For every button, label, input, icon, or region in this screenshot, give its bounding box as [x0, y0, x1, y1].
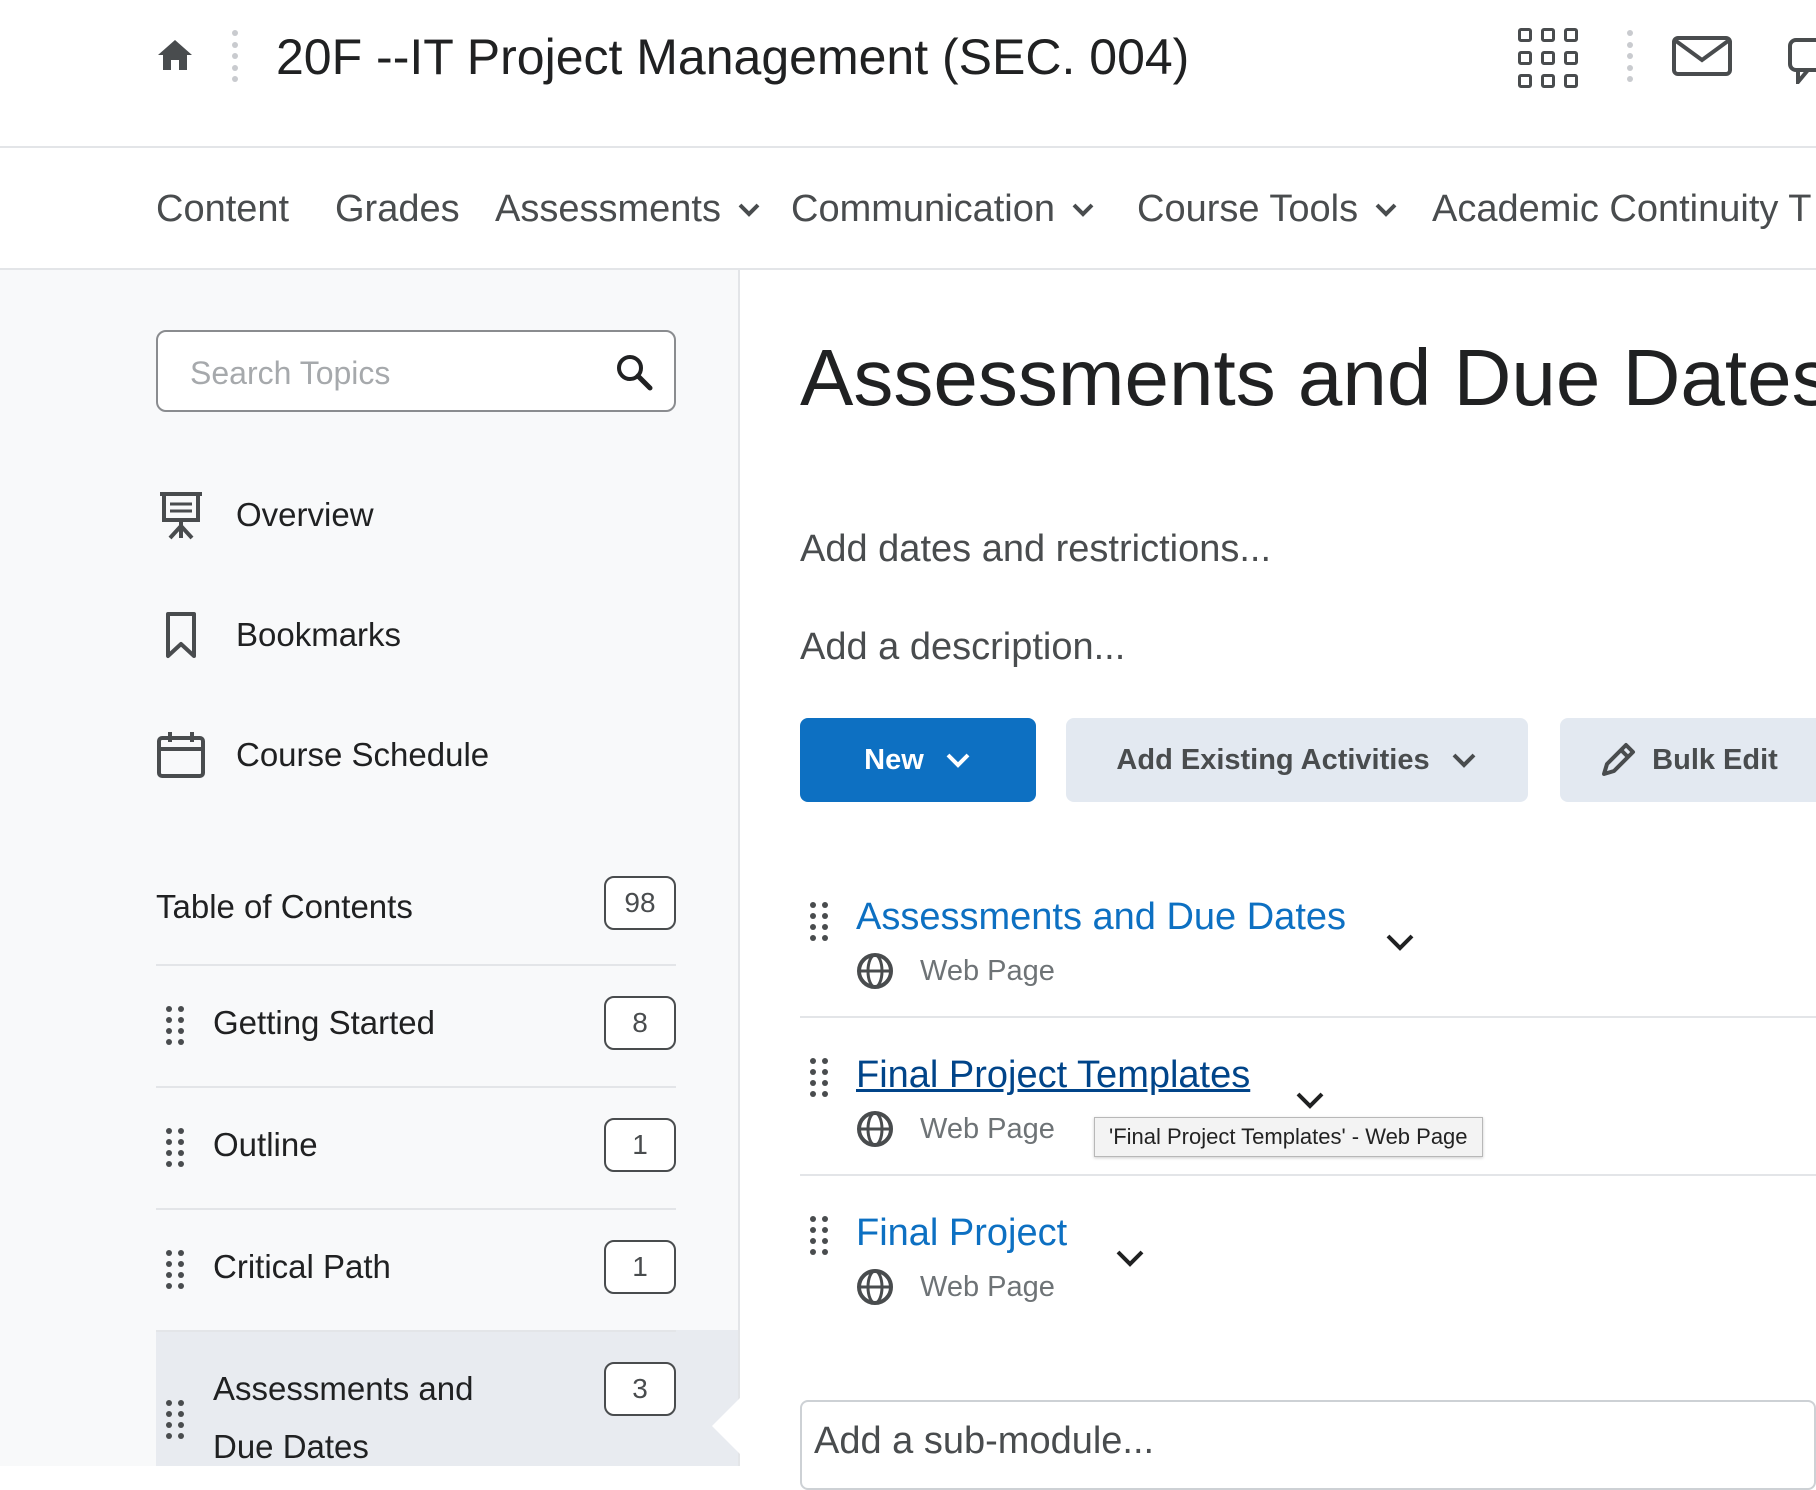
nav-communication[interactable]: Communication [791, 188, 1095, 231]
nav-grades[interactable]: Grades [335, 188, 460, 231]
chat-icon[interactable] [1788, 28, 1816, 84]
chevron-down-icon[interactable] [1384, 932, 1416, 952]
chevron-down-icon [738, 203, 760, 217]
divider-dots [1627, 30, 1633, 82]
waffle-icon[interactable] [1518, 28, 1578, 88]
chevron-down-icon [1072, 203, 1094, 217]
drag-handle-icon[interactable] [810, 1058, 828, 1097]
globe-icon [857, 953, 893, 989]
nav-bar: Content Grades Assessments Communication… [0, 148, 1816, 270]
sidebar-link-bookmarks[interactable]: Bookmarks [156, 610, 401, 660]
module-label: Outline [213, 1126, 318, 1163]
bookmark-icon [166, 612, 196, 658]
drag-handle-icon[interactable] [166, 1400, 184, 1439]
count-badge: 98 [604, 876, 676, 930]
chevron-down-icon[interactable] [1114, 1248, 1146, 1268]
drag-handle-icon[interactable] [166, 1006, 184, 1045]
add-existing-activities-button[interactable]: Add Existing Activities [1066, 718, 1528, 802]
globe-icon [857, 1111, 893, 1147]
add-existing-label: Add Existing Activities [1116, 743, 1430, 776]
toc-label: Table of Contents [156, 888, 413, 925]
active-pointer-notch [712, 1398, 740, 1454]
content-item[interactable]: Final Project Web Page [800, 1176, 1816, 1332]
drag-handle-icon[interactable] [810, 1216, 828, 1255]
course-title[interactable]: 20F --IT Project Management (SEC. 004) [276, 28, 1189, 86]
mail-icon[interactable] [1672, 36, 1732, 76]
module-assessments-and-due-dates[interactable]: Assessments and Due Dates 3 [156, 1332, 676, 1466]
sidebar-link-label: Course Schedule [236, 736, 490, 773]
page-title: Assessments and Due Dates [800, 333, 1816, 422]
item-title-link[interactable]: Final Project Templates [856, 1054, 1250, 1097]
chevron-down-icon[interactable] [1294, 1090, 1326, 1110]
bulk-edit-label: Bulk Edit [1652, 743, 1778, 776]
calendar-icon [157, 732, 205, 778]
module-label: Getting Started [213, 1004, 435, 1041]
module-getting-started[interactable]: Getting Started 8 [156, 966, 676, 1088]
add-description-link[interactable]: Add a description... [800, 626, 1125, 669]
item-type: Web Page [856, 1268, 1055, 1306]
item-type: Web Page [856, 1110, 1055, 1148]
home-icon[interactable] [156, 36, 194, 74]
module-label-line2: Due Dates [213, 1428, 369, 1465]
add-dates-link[interactable]: Add dates and restrictions... [800, 528, 1271, 571]
globe-icon [857, 1269, 893, 1305]
item-type-label: Web Page [920, 1112, 1055, 1145]
module-label-line1: Assessments and [213, 1370, 474, 1407]
count-badge: 3 [604, 1362, 676, 1416]
add-submodule-placeholder: Add a sub-module... [814, 1420, 1155, 1462]
item-title-link[interactable]: Final Project [856, 1212, 1067, 1255]
sidebar-link-course-schedule[interactable]: Course Schedule [156, 730, 489, 780]
drag-handle-icon[interactable] [166, 1250, 184, 1289]
search-input[interactable] [188, 352, 592, 394]
pencil-icon [1602, 743, 1636, 776]
new-button-label: New [864, 743, 924, 776]
count-badge: 1 [604, 1240, 676, 1294]
chevron-down-icon [946, 753, 970, 768]
drag-handle-icon[interactable] [166, 1128, 184, 1167]
content-item[interactable]: Assessments and Due Dates Web Page [800, 866, 1816, 1018]
module-critical-path[interactable]: Critical Path 1 [156, 1210, 676, 1332]
add-submodule-input[interactable]: Add a sub-module... [800, 1400, 1816, 1490]
search-box[interactable] [156, 330, 676, 412]
item-title-link[interactable]: Assessments and Due Dates [856, 896, 1346, 939]
new-button[interactable]: New [800, 718, 1036, 802]
nav-academic-continuity[interactable]: Academic Continuity T [1432, 188, 1811, 231]
search-icon[interactable] [614, 352, 654, 392]
module-outline[interactable]: Outline 1 [156, 1088, 676, 1210]
sidebar-link-label: Bookmarks [236, 616, 402, 653]
nav-content[interactable]: Content [156, 188, 289, 231]
divider-dots [232, 30, 238, 82]
sidebar-link-label: Overview [236, 496, 374, 533]
sidebar-link-overview[interactable]: Overview [156, 490, 374, 540]
table-of-contents[interactable]: Table of Contents 98 [156, 872, 676, 966]
nav-assessments[interactable]: Assessments [495, 188, 761, 231]
count-badge: 1 [604, 1118, 676, 1172]
item-type-label: Web Page [920, 1270, 1055, 1303]
item-type: Web Page [856, 952, 1055, 990]
module-label: Critical Path [213, 1248, 391, 1285]
tooltip: 'Final Project Templates' - Web Page [1094, 1117, 1483, 1157]
item-type-label: Web Page [920, 954, 1055, 987]
nav-course-tools[interactable]: Course Tools [1137, 188, 1398, 231]
drag-handle-icon[interactable] [810, 902, 828, 941]
presentation-icon [160, 492, 202, 540]
chevron-down-icon [1452, 753, 1475, 768]
bulk-edit-button[interactable]: Bulk Edit [1560, 718, 1816, 802]
chevron-down-icon [1375, 203, 1397, 217]
count-badge: 8 [604, 996, 676, 1050]
